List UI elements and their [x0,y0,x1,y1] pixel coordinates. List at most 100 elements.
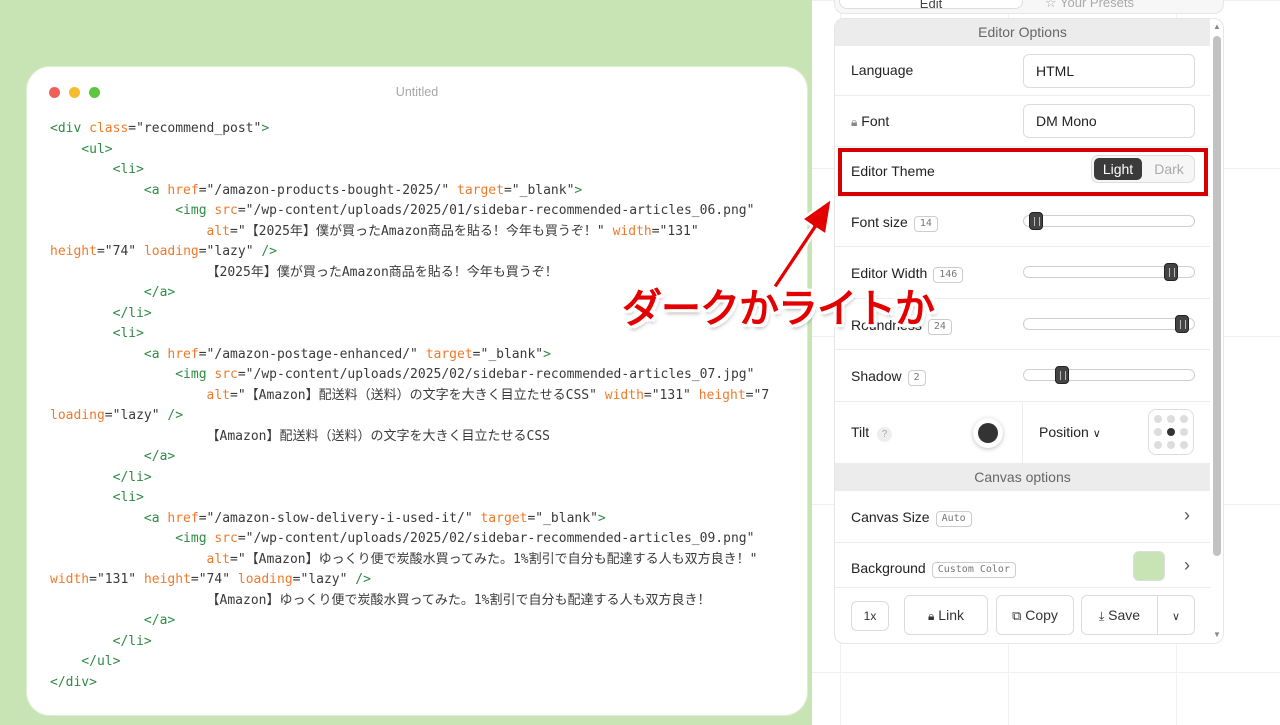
code-line: alt="【2025年】僕が買ったAmazon商品を貼る！今年も買うぞ！" wi… [50,222,807,243]
tilt-knob[interactable] [973,418,1003,448]
link-button[interactable]: 🔒︎ Link [904,595,988,635]
position-label: Position [1039,424,1089,440]
font-label-wrap: 🔒︎ Font [851,113,889,130]
save-button[interactable]: ⤓ Save [1081,595,1158,635]
code-token: ="lazy" [104,408,168,423]
code-token: href [167,346,199,362]
editor-width-handle[interactable] [1164,263,1179,281]
code-token: </li> [50,633,152,649]
tilt-label: Tilt [851,424,870,440]
copy-label: Copy [1025,607,1058,623]
code-line: </div> [50,673,807,694]
chevron-right-icon: › [1184,555,1190,575]
code-token: </a> [50,285,176,300]
position-dropdown[interactable]: Position ∨ [1039,424,1101,440]
code-token: > [543,346,551,362]
scroll-down-icon[interactable]: ▼ [1213,630,1221,639]
font-size-slider[interactable] [1023,212,1195,230]
position-grid[interactable] [1148,409,1194,455]
code-token: <li> [50,490,144,505]
code-line: loading="lazy" /> [50,406,807,427]
code-token: ="/wp-content/uploads/2025/01/sidebar-re… [237,203,755,218]
font-size-handle[interactable] [1028,212,1043,230]
star-icon: ☆ [1045,0,1057,10]
code-line: <img src="/wp-content/uploads/2025/01/si… [50,201,807,222]
font-size-value: 14 [913,216,938,232]
code-token: ="lazy" [292,572,356,587]
code-token: </li> [50,469,152,485]
code-token: ="recommend_post" [128,121,262,136]
language-select[interactable]: HTML [1023,54,1195,88]
canvas-size-label-wrap: Canvas Size Auto [851,509,972,527]
editor-width-value: 146 [933,267,964,283]
roundness-slider[interactable] [1023,315,1195,333]
background-value: Custom Color [931,562,1016,578]
canvas-size-label: Canvas Size [851,509,930,525]
code-token: <li> [50,162,144,177]
code-line: <li> [50,160,807,181]
row-canvas-size[interactable]: Canvas Size Auto › [835,491,1210,543]
code-token: href [167,182,199,198]
code-token: ="/wp-content/uploads/2025/02/sidebar-re… [237,531,755,546]
chevron-down-icon: ∨ [1092,428,1101,440]
code-token: ="131" [651,223,699,239]
shadow-slider[interactable] [1023,366,1195,384]
chevron-down-icon: ∨ [1171,611,1181,623]
code-token: href [167,510,199,526]
code-token: <a [50,510,168,526]
window-title: Untitled [395,85,439,99]
code-line: <div class="recommend_post"> [50,119,807,140]
code-token: > [261,121,270,136]
code-token: <img [50,367,215,382]
code-token: src [214,203,238,218]
code-token: <a [50,182,168,198]
code-token: <img [50,531,215,546]
tilt-label-wrap: Tilt ? [851,424,893,442]
code-token: /> [167,408,184,423]
panel-scrollbar[interactable]: ▲ ▼ [1210,18,1224,644]
code-line: </li> [50,468,807,489]
code-line: </ul> [50,652,807,673]
font-select[interactable]: DM Mono [1023,104,1195,138]
code-token: ="74" [190,572,238,587]
shadow-label-wrap: Shadow 2 [851,368,926,386]
code-line: <a href="/amazon-products-bought-2025/" … [50,181,807,202]
tab-edit-label: Edit [919,0,943,11]
roundness-handle[interactable] [1175,315,1190,333]
shadow-handle[interactable] [1055,366,1070,384]
code-token: loading [237,572,293,587]
code-token: ="131" [89,572,144,587]
canvas-size-value: Auto [935,511,972,527]
code-token: ="/amazon-postage-enhanced/" [198,346,426,362]
code-token: ="7 [745,387,770,403]
code-token: target [425,346,473,362]
row-language: Language HTML [835,46,1210,96]
code-token: src [214,531,238,546]
code-token: ="【Amazon】ゆっくり便で炭酸水買ってみた。1%割引で自分も配達する人も双… [230,551,758,567]
scroll-up-icon[interactable]: ▲ [1213,22,1221,31]
editor-width-slider[interactable] [1023,263,1195,281]
row-background[interactable]: Background Custom Color › [835,543,1210,589]
help-icon[interactable]: ? [877,427,893,442]
background-swatch[interactable] [1133,551,1165,581]
code-line: <a href="/amazon-slow-delivery-i-used-it… [50,509,807,530]
tab-presets[interactable]: ☆ Your Presets [1045,0,1134,15]
code-editor[interactable]: <div class="recommend_post"> <ul> <li> <… [50,119,807,694]
scale-button[interactable]: 1x [851,601,889,631]
code-line: </a> [50,611,807,632]
code-line: 【Amazon】配送料（送料）の文字を大きく目立たせるCSS [50,427,807,448]
save-label: Save [1108,607,1141,623]
tab-edit[interactable]: Edit [839,0,1023,11]
code-window: Untitled <div class="recommend_post"> <u… [26,66,808,716]
code-line: width="131" height="74" loading="lazy" /… [50,570,807,591]
code-token: alt [50,387,231,403]
code-token: <ul> [50,141,113,157]
copy-button[interactable]: ⧉ Copy [996,595,1074,635]
code-token: ="131" [643,387,699,403]
scrollbar-thumb[interactable] [1213,36,1221,556]
code-token: loading [50,408,105,423]
code-token: <div [50,121,90,136]
code-token: /> [355,572,371,587]
code-token: ="_blank" [503,182,575,198]
save-options-button[interactable]: ∨ [1157,595,1195,635]
